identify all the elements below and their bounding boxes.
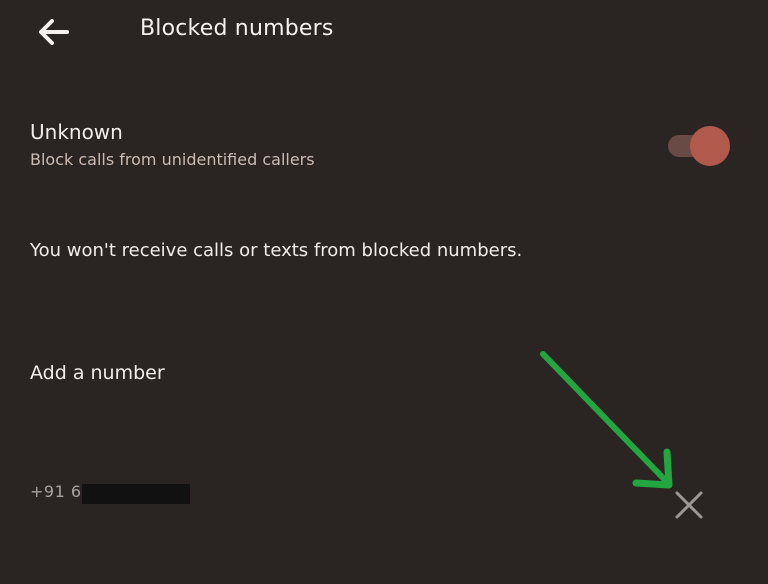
arrow-down-right-icon: [540, 351, 673, 489]
blocked-number-row: +91 6 3553: [0, 470, 768, 530]
unknown-setting-title: Unknown: [30, 120, 123, 144]
top-app-bar: Blocked numbers: [0, 0, 768, 64]
page-title: Blocked numbers: [140, 16, 334, 41]
back-button[interactable]: [30, 10, 78, 54]
arrow-left-icon: [39, 19, 69, 45]
close-icon: [675, 491, 703, 519]
unknown-setting-subtitle: Block calls from unidentified callers: [30, 150, 315, 169]
remove-blocked-number-button[interactable]: [668, 484, 710, 526]
add-number-button[interactable]: Add a number: [30, 362, 165, 384]
unknown-callers-setting[interactable]: Unknown Block calls from unidentified ca…: [0, 108, 768, 186]
toggle-thumb: [690, 126, 730, 166]
redaction-bar: [82, 484, 190, 504]
blocked-info-text: You won't receive calls or texts from bl…: [30, 240, 523, 261]
unknown-toggle-switch[interactable]: [666, 126, 730, 166]
